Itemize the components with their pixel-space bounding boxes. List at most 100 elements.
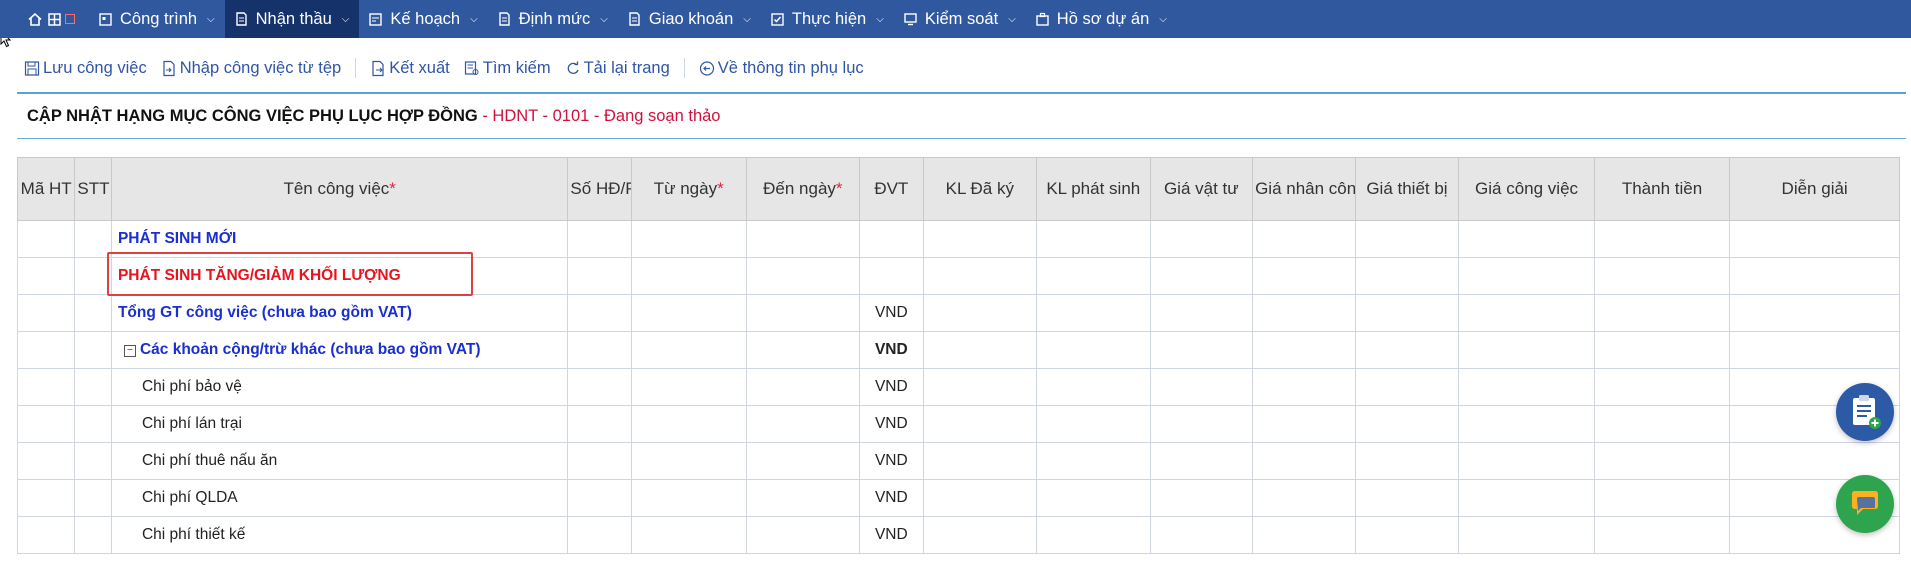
col-header-tu-ngay[interactable]: Từ ngày* xyxy=(630,157,747,221)
document-icon xyxy=(235,12,247,26)
nav-item-ho-so-du-an[interactable]: Hồ sơ dự án ⌵ xyxy=(1026,0,1177,38)
unit-cell[interactable] xyxy=(859,220,924,258)
table-row[interactable]: Chi phí bảo vệ VND xyxy=(16,368,1900,406)
chevron-down-icon: ⌵ xyxy=(341,13,350,25)
unit-cell[interactable]: VND xyxy=(859,405,924,443)
search-button[interactable]: Tìm kiếm xyxy=(464,59,551,78)
notes-floating-button[interactable] xyxy=(1836,383,1894,441)
plan-icon xyxy=(369,13,383,26)
home-icon[interactable] xyxy=(28,12,42,26)
reload-page-button[interactable]: Tải lại trang xyxy=(565,59,670,78)
search-list-icon xyxy=(464,60,479,75)
nav-item-nhan-thau[interactable]: Nhận thầu ⌵ xyxy=(224,0,360,38)
back-circle-icon xyxy=(699,60,714,76)
nav-item-label: Định mức xyxy=(518,9,591,28)
work-name-cell[interactable]: Chi phí lán trại xyxy=(110,405,569,443)
table-row[interactable]: Chi phí lán trại VND xyxy=(16,405,1900,443)
work-name-cell[interactable]: Chi phí thiết kế xyxy=(110,516,569,554)
unit-cell[interactable]: VND xyxy=(859,331,924,369)
col-header-kl-phat-sinh[interactable]: KL phát sinh xyxy=(1036,157,1151,221)
col-header-ten-cong-viec[interactable]: Tên công việc* xyxy=(110,157,569,221)
col-header-so-hd[interactable]: Số HĐ/P xyxy=(567,157,632,221)
table-row[interactable]: Tổng GT công việc (chưa bao gồm VAT) VND xyxy=(16,294,1900,332)
toolbar-separator xyxy=(355,58,357,78)
col-header-kl-da-ky[interactable]: KL Đã ký xyxy=(922,157,1038,221)
chat-floating-button[interactable] xyxy=(1836,475,1894,533)
nav-item-label: Công trình xyxy=(120,9,198,28)
col-header-gia-nhan-cong[interactable]: Giá nhân công xyxy=(1252,157,1356,221)
page-title-status: - HDNT - 0101 - Đang soạn thảo xyxy=(477,107,721,125)
export-label: Kết xuất xyxy=(389,58,450,77)
chat-bubble-icon xyxy=(1852,491,1878,515)
col-header-gia-thiet-bi[interactable]: Giá thiết bị xyxy=(1354,157,1460,221)
document-icon xyxy=(499,12,510,26)
nav-item-dinh-muc[interactable]: Định mức ⌵ xyxy=(488,0,618,38)
grid-icon[interactable] xyxy=(48,12,61,26)
chevron-down-icon: ⌵ xyxy=(1008,13,1016,25)
chevron-down-icon: ⌵ xyxy=(1159,13,1167,25)
chevron-down-icon: ⌵ xyxy=(600,13,608,25)
table-row[interactable]: Chi phí thuê nấu ăn VND xyxy=(16,442,1900,480)
briefcase-icon xyxy=(1036,12,1049,26)
chevron-down-icon: ⌵ xyxy=(743,13,751,25)
export-icon xyxy=(372,60,384,76)
grid-header-row: Mã HT STT Tên công việc* Số HĐ/P Từ ngày… xyxy=(16,157,1900,221)
work-name-cell[interactable]: Chi phí bảo vệ xyxy=(110,368,569,406)
col-header-dien-giai[interactable]: Diễn giải xyxy=(1729,157,1900,221)
work-name-cell[interactable]: Tổng GT công việc (chưa bao gồm VAT) xyxy=(110,294,569,332)
work-name-cell[interactable]: − Các khoản cộng/trừ khác (chưa bao gồm V… xyxy=(110,331,569,369)
col-header-ma-ht[interactable]: Mã HT xyxy=(16,157,76,221)
table-row[interactable]: − Các khoản cộng/trừ khác (chưa bao gồm V… xyxy=(16,331,1900,369)
nav-item-kiem-soat[interactable]: Kiểm soát ⌵ xyxy=(894,0,1026,38)
flag-icon[interactable] xyxy=(65,14,75,24)
nav-item-label: Giao khoán xyxy=(648,9,734,28)
action-toolbar: Lưu công việc Nhập công việc từ tệp Kết … xyxy=(24,56,878,80)
nav-item-cong-trinh[interactable]: Công trình ⌵ xyxy=(89,0,225,38)
table-row[interactable]: Chi phí thiết kế VND xyxy=(16,516,1900,554)
annotation-highlight-box xyxy=(107,252,473,296)
col-header-gia-vat-tu[interactable]: Giá vật tư xyxy=(1149,157,1254,221)
nav-item-label: Nhận thầu xyxy=(255,9,332,28)
unit-cell[interactable]: VND xyxy=(859,479,924,517)
import-file-icon xyxy=(163,60,175,76)
unit-cell[interactable]: VND xyxy=(859,368,924,406)
building-icon xyxy=(99,13,112,26)
chevron-down-icon: ⌵ xyxy=(207,13,215,25)
table-row[interactable]: Chi phí QLDA VND xyxy=(16,479,1900,517)
unit-cell[interactable]: VND xyxy=(859,442,924,480)
col-header-gia-cong-viec[interactable]: Giá công việc xyxy=(1458,157,1595,221)
work-name-cell[interactable]: Chi phí QLDA xyxy=(110,479,569,517)
document-icon xyxy=(629,12,640,26)
nav-item-thuc-hien[interactable]: Thực hiện ⌵ xyxy=(761,0,894,38)
save-icon xyxy=(24,60,40,76)
work-items-grid: Mã HT STT Tên công việc* Số HĐ/P Từ ngày… xyxy=(16,157,1900,554)
search-label: Tìm kiếm xyxy=(482,58,551,77)
col-header-thanh-tien[interactable]: Thành tiền xyxy=(1593,157,1731,221)
col-header-den-ngay[interactable]: Đến ngày* xyxy=(745,157,861,221)
work-name-cell[interactable]: Chi phí thuê nấu ăn xyxy=(110,442,569,480)
nav-item-label: Hồ sơ dự án xyxy=(1056,9,1150,28)
import-label: Nhập công việc từ tệp xyxy=(179,58,342,77)
nav-item-ke-hoach[interactable]: Kế hoạch ⌵ xyxy=(359,0,487,38)
chevron-down-icon: ⌵ xyxy=(876,13,884,25)
collapse-toggle-icon[interactable]: − xyxy=(123,345,136,357)
save-work-label: Lưu công việc xyxy=(43,58,147,77)
back-to-appendix-button[interactable]: Về thông tin phụ lục xyxy=(699,59,864,78)
unit-cell[interactable]: VND xyxy=(859,516,924,554)
unit-cell[interactable] xyxy=(859,257,924,295)
export-button[interactable]: Kết xuất xyxy=(370,59,450,78)
clipboard-add-icon xyxy=(1853,395,1881,429)
nav-home-group[interactable] xyxy=(28,12,75,26)
top-navigation-bar: Công trình ⌵ Nhận thầu ⌵ Kế hoạch ⌵ Định… xyxy=(0,0,1911,38)
save-work-button[interactable]: Lưu công việc xyxy=(24,59,147,78)
reload-label: Tải lại trang xyxy=(583,58,670,77)
col-header-dvt[interactable]: ĐVT xyxy=(859,157,924,221)
reload-icon xyxy=(567,61,579,74)
nav-item-label: Thực hiện xyxy=(791,9,867,28)
unit-cell[interactable]: VND xyxy=(859,294,924,332)
col-header-stt[interactable]: STT xyxy=(74,157,112,221)
nav-item-giao-khoan[interactable]: Giao khoán ⌵ xyxy=(618,0,761,38)
import-from-file-button[interactable]: Nhập công việc từ tệp xyxy=(161,59,341,78)
back-label: Về thông tin phụ lục xyxy=(717,58,864,77)
toolbar-divider xyxy=(17,92,1906,94)
